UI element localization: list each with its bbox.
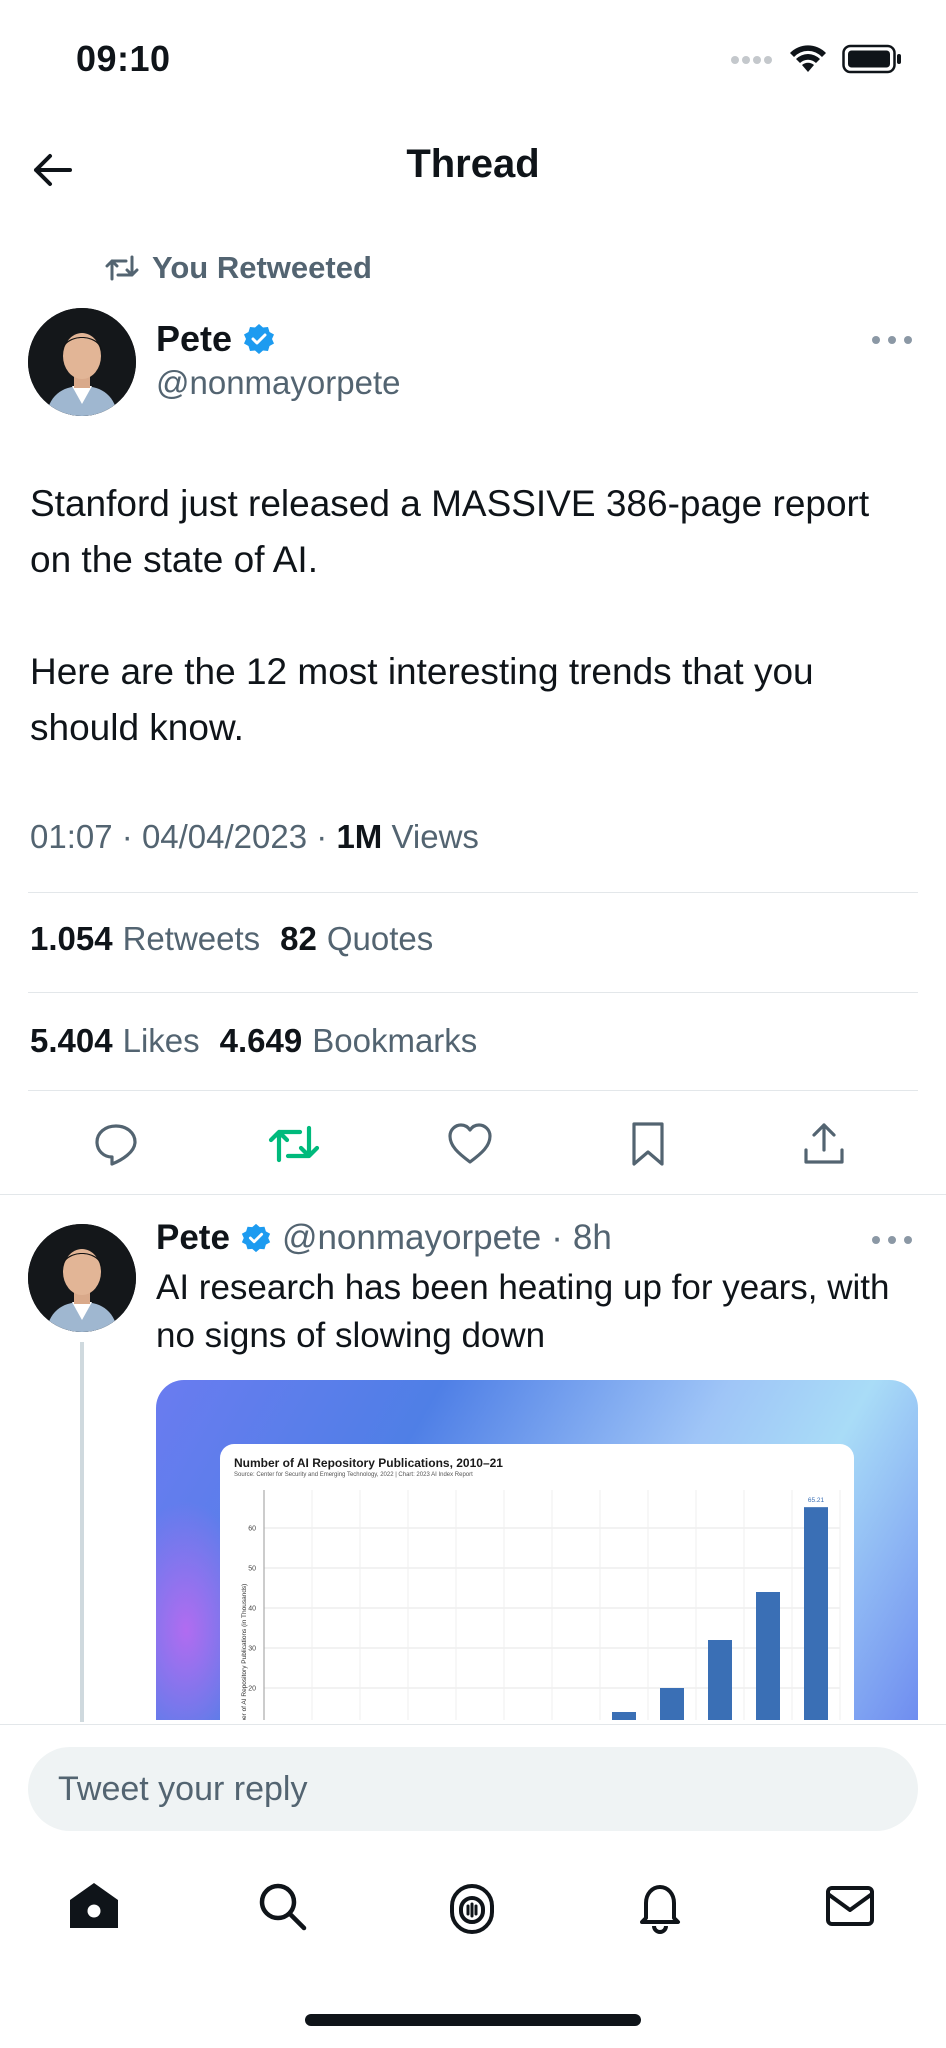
bookmark-button[interactable] (620, 1116, 676, 1172)
tab-spaces[interactable] (440, 1874, 504, 1938)
tweet-media[interactable]: Number of AI Repository Publications, 20… (156, 1380, 918, 1720)
status-bar: 09:10 (0, 0, 946, 120)
views-label: Views (391, 818, 479, 855)
y-tick-label: 50 (248, 1566, 256, 1573)
more-options-icon[interactable] (872, 330, 912, 350)
share-button[interactable] (796, 1116, 852, 1172)
divider (28, 992, 918, 993)
stats-row-retweets: 1.054 Retweets 82 Quotes (30, 920, 433, 958)
tab-home[interactable] (62, 1874, 126, 1938)
reply-bar (0, 1724, 946, 1844)
reply-author-name[interactable]: Pete (156, 1218, 230, 1258)
views-count: 1M (336, 818, 383, 855)
bar-2017 (612, 1712, 636, 1720)
bar-2019 (708, 1640, 732, 1720)
dot-separator: · (551, 1218, 563, 1257)
bookmark-icon (632, 1122, 664, 1166)
mail-icon (826, 1886, 874, 1926)
reply-input[interactable] (28, 1747, 918, 1831)
divider (0, 1194, 946, 1195)
retweets-stat[interactable]: 1.054 Retweets (30, 920, 260, 958)
chart-title: Number of AI Repository Publications, 20… (234, 1456, 503, 1470)
tweet-time: 01:07 (30, 818, 113, 855)
verified-badge-icon (244, 324, 275, 354)
heart-icon (448, 1123, 492, 1164)
author-name-text: Pete (156, 318, 233, 359)
retweet-button[interactable] (266, 1116, 322, 1172)
reply-author-handle[interactable]: @nonmayorpete (282, 1218, 541, 1258)
bar-chart: 102030405060Number of AI Repository Publ… (241, 1490, 841, 1720)
author-handle[interactable]: @nonmayorpete (156, 364, 400, 402)
retweet-icon (268, 1125, 320, 1163)
bell-icon (640, 1885, 680, 1934)
search-icon (259, 1883, 307, 1931)
thread-line (80, 1342, 84, 1722)
quotes-stat[interactable]: 82 Quotes (280, 920, 433, 958)
chart-panel: Number of AI Repository Publications, 20… (220, 1444, 854, 1720)
status-time: 09:10 (76, 38, 171, 79)
home-icon (70, 1883, 118, 1928)
status-icons (730, 44, 902, 79)
y-tick-label: 40 (248, 1606, 256, 1613)
stats-row-likes: 5.404 Likes 4.649 Bookmarks (30, 1022, 477, 1060)
y-axis-label: Number of AI Repository Publications (in… (241, 1584, 248, 1720)
tweet-text: Stanford just released a MASSIVE 386-pag… (30, 483, 870, 748)
reply-text: AI research has been heating up for year… (156, 1268, 890, 1355)
like-button[interactable] (442, 1116, 498, 1172)
likes-stat[interactable]: 5.404 Likes (30, 1022, 200, 1060)
reply-button[interactable] (88, 1116, 144, 1172)
verified-badge-icon (241, 1223, 271, 1253)
battery-icon (842, 44, 902, 79)
nav-header: Thread (0, 130, 946, 210)
tweet-actions (0, 1108, 946, 1180)
page-title: Thread (406, 142, 540, 186)
chart-source: Source: Center for Security and Emerging… (234, 1472, 473, 1478)
reply-time-ago: 8h (572, 1218, 612, 1257)
spaces-icon (450, 1884, 494, 1934)
comment-icon (95, 1124, 137, 1166)
signal-icon (730, 53, 774, 71)
share-icon (804, 1123, 844, 1164)
home-indicator (305, 2014, 641, 2026)
tweet-meta: 01:07 · 04/04/2023 · 1M Views (30, 818, 479, 855)
tab-bar (0, 1856, 946, 1956)
author-name[interactable]: Pete (156, 318, 276, 360)
tab-messages[interactable] (818, 1874, 882, 1938)
more-options-icon[interactable] (872, 1230, 912, 1250)
bar-2020 (756, 1592, 780, 1720)
tab-search[interactable] (250, 1874, 314, 1938)
y-tick-label: 60 (248, 1526, 256, 1533)
bar-value-label: 65.21 (808, 1497, 825, 1504)
y-tick-label: 20 (248, 1686, 256, 1693)
bar-2018 (660, 1688, 684, 1720)
bookmarks-stat[interactable]: 4.649 Bookmarks (220, 1022, 478, 1060)
wifi-icon (788, 44, 828, 79)
reply-header: Pete @nonmayorpete · 8h (156, 1218, 612, 1258)
retweet-icon (105, 255, 139, 281)
tweet-date: 04/04/2023 (141, 818, 308, 855)
bar-2021 (804, 1507, 828, 1720)
retweet-context[interactable]: You Retweeted (104, 250, 372, 286)
tab-notifications[interactable] (628, 1874, 692, 1938)
y-tick-label: 30 (248, 1646, 256, 1653)
avatar[interactable] (28, 1224, 136, 1332)
retweet-context-label: You Retweeted (152, 250, 372, 285)
divider (28, 1090, 918, 1091)
avatar[interactable] (28, 308, 136, 416)
divider (28, 892, 918, 893)
